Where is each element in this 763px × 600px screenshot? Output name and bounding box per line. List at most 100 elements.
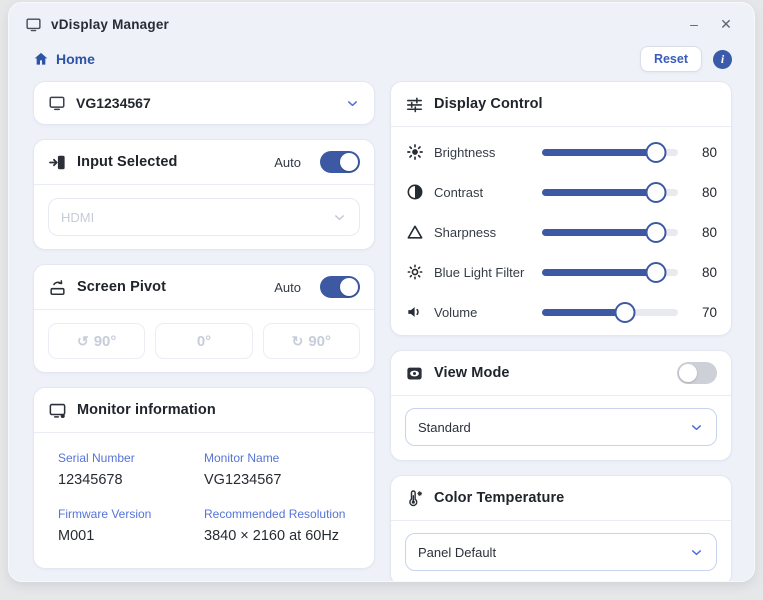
home-label: Home: [56, 51, 95, 67]
right-column: Display Control Brightness: [390, 81, 732, 569]
volume-slider[interactable]: [542, 301, 678, 323]
pivot-zero-button[interactable]: 0°: [155, 323, 252, 359]
nav-bar: Home Reset i: [9, 37, 754, 75]
home-link[interactable]: Home: [33, 51, 95, 67]
color-temperature-header: Color Temperature: [391, 476, 731, 520]
slider-label: Blue Light Filter: [434, 265, 542, 280]
app-title: vDisplay Manager: [51, 17, 169, 32]
input-source-icon: [48, 153, 67, 172]
chevron-down-icon: [332, 210, 347, 225]
chevron-down-icon: [345, 96, 360, 111]
pivot-auto-toggle[interactable]: [320, 276, 360, 298]
color-temperature-title: Color Temperature: [434, 490, 564, 506]
contrast-slider[interactable]: [542, 181, 678, 203]
brightness-slider[interactable]: [542, 141, 678, 163]
view-mode-title: View Mode: [434, 365, 510, 381]
minimize-icon[interactable]: –: [682, 14, 706, 34]
pivot-button-label: 90°: [308, 333, 331, 350]
slider-thumb[interactable]: [646, 222, 667, 243]
slider-value: 80: [691, 185, 717, 200]
input-selected-title: Input Selected: [77, 154, 178, 170]
view-mode-header: View Mode: [391, 351, 731, 395]
monitor-information-grid: Serial Number 12345678 Monitor Name VG12…: [34, 433, 374, 568]
info-field-label: Monitor Name: [204, 451, 350, 465]
display-control-title: Display Control: [434, 96, 543, 112]
volume-icon: [405, 302, 425, 322]
info-field-label: Serial Number: [58, 451, 204, 465]
slider-thumb[interactable]: [614, 302, 635, 323]
display-control-header: Display Control: [391, 82, 731, 126]
input-source-dropdown[interactable]: HDMI: [48, 198, 360, 236]
brightness-row: Brightness 80: [405, 132, 717, 172]
slider-value: 80: [691, 225, 717, 240]
color-temperature-card: Color Temperature Panel Default: [390, 475, 732, 582]
rotate-cw-icon: ↻: [292, 333, 304, 350]
app-window: vDisplay Manager – ✕ Home Reset i: [8, 2, 755, 582]
info-field-value: VG1234567: [204, 472, 350, 488]
info-field-firmware-version: Firmware Version M001: [58, 507, 204, 544]
screen-pivot-card: Screen Pivot Auto ↺ 90° 0° ↻: [33, 264, 375, 373]
info-field-recommended-resolution: Recommended Resolution 3840 × 2160 at 60…: [204, 507, 350, 544]
monitor-icon: [48, 94, 66, 112]
screen-pivot-title: Screen Pivot: [77, 279, 166, 295]
blue-light-filter-icon: [405, 262, 425, 282]
monitor-information-card: Monitor information Serial Number 123456…: [33, 387, 375, 569]
slider-label: Brightness: [434, 145, 542, 160]
input-source-value: HDMI: [61, 210, 332, 225]
input-selected-card: Input Selected Auto HDMI: [33, 139, 375, 250]
contrast-row: Contrast 80: [405, 172, 717, 212]
brightness-icon: [405, 142, 425, 162]
chevron-down-icon: [689, 420, 704, 435]
auto-label: Auto: [274, 280, 301, 295]
slider-label: Contrast: [434, 185, 542, 200]
rotate-ccw-icon: ↺: [77, 333, 89, 350]
monitor-info-icon: [48, 401, 67, 420]
home-icon: [33, 51, 49, 67]
pivot-right-90-button[interactable]: ↻ 90°: [263, 323, 360, 359]
monitor-information-title: Monitor information: [77, 402, 216, 418]
view-mode-card: View Mode Standard: [390, 350, 732, 461]
info-field-value: M001: [58, 528, 204, 544]
slider-thumb[interactable]: [646, 262, 667, 283]
screen-pivot-header: Screen Pivot Auto: [34, 265, 374, 309]
info-field-label: Firmware Version: [58, 507, 204, 521]
info-field-label: Recommended Resolution: [204, 507, 350, 521]
close-icon[interactable]: ✕: [714, 14, 738, 34]
pivot-left-90-button[interactable]: ↺ 90°: [48, 323, 145, 359]
slider-label: Sharpness: [434, 225, 542, 240]
view-mode-value: Standard: [418, 420, 689, 435]
slider-thumb[interactable]: [646, 182, 667, 203]
left-column: VG1234567 Inp: [33, 81, 375, 569]
color-temperature-value: Panel Default: [418, 545, 689, 560]
input-auto-toggle[interactable]: [320, 151, 360, 173]
info-field-monitor-name: Monitor Name VG1234567: [204, 451, 350, 488]
slider-value: 80: [691, 265, 717, 280]
info-field-serial-number: Serial Number 12345678: [58, 451, 204, 488]
blue-light-filter-row: Blue Light Filter 80: [405, 252, 717, 292]
chevron-down-icon: [689, 545, 704, 560]
slider-thumb[interactable]: [646, 142, 667, 163]
monitor-selector[interactable]: VG1234567: [33, 81, 375, 125]
monitor-icon: [25, 16, 42, 33]
color-temperature-dropdown[interactable]: Panel Default: [405, 533, 717, 571]
info-icon[interactable]: i: [713, 50, 732, 69]
contrast-icon: [405, 182, 425, 202]
pivot-button-label: 90°: [94, 333, 117, 350]
volume-row: Volume 70: [405, 292, 717, 332]
sharpness-row: Sharpness 80: [405, 212, 717, 252]
sliders-icon: [405, 95, 424, 114]
main-content: VG1234567 Inp: [9, 75, 754, 581]
view-mode-toggle[interactable]: [677, 362, 717, 384]
titlebar: vDisplay Manager – ✕: [9, 3, 754, 37]
monitor-information-header: Monitor information: [34, 388, 374, 432]
reset-button[interactable]: Reset: [640, 46, 702, 72]
view-mode-dropdown[interactable]: Standard: [405, 408, 717, 446]
sharpness-icon: [405, 222, 425, 242]
display-control-card: Display Control Brightness: [390, 81, 732, 336]
pivot-button-label: 0°: [197, 333, 211, 350]
blue-light-filter-slider[interactable]: [542, 261, 678, 283]
sharpness-slider[interactable]: [542, 221, 678, 243]
auto-label: Auto: [274, 155, 301, 170]
display-control-body: Brightness 80 Contrast: [391, 127, 731, 335]
monitor-selector-value: VG1234567: [76, 95, 335, 111]
